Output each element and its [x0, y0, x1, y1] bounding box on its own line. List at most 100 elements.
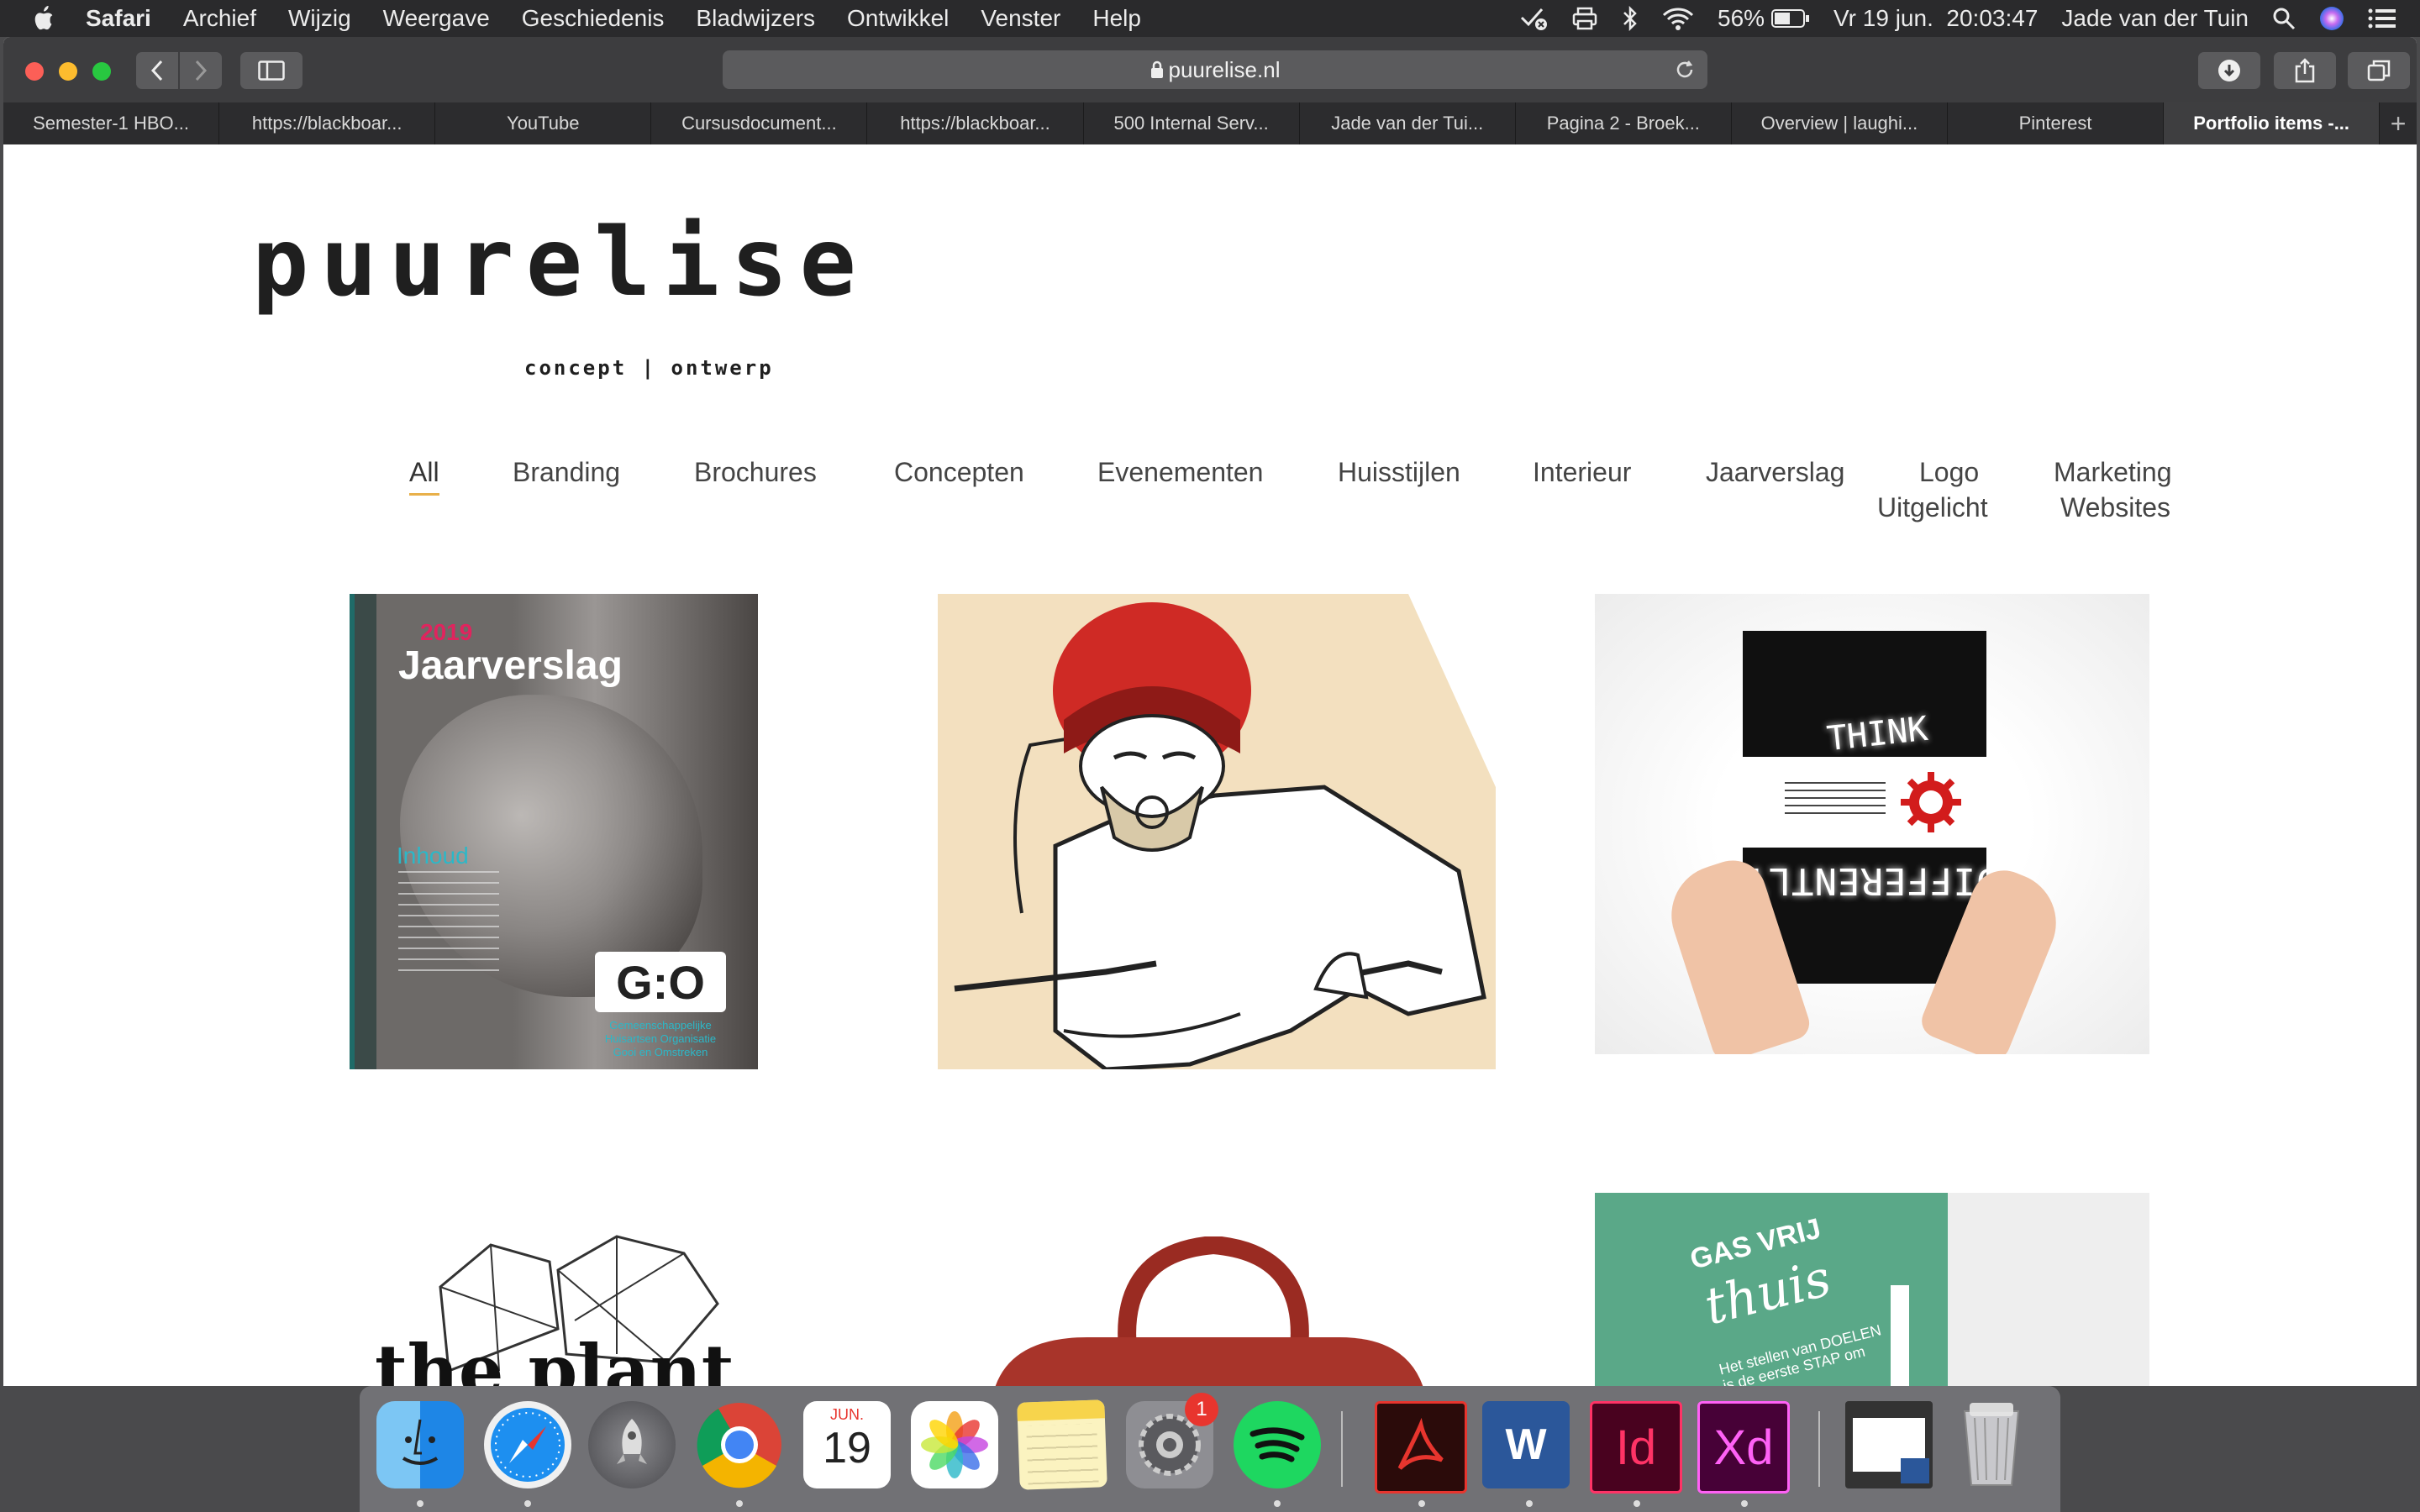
downloads-button[interactable] — [2198, 52, 2260, 89]
filter-evenementen[interactable]: Evenementen — [1097, 457, 1263, 488]
filter-branding[interactable]: Branding — [513, 457, 620, 488]
printer-icon[interactable] — [1571, 7, 1598, 30]
menu-app-name[interactable]: Safari — [86, 5, 151, 32]
address-bar[interactable]: puurelise.nl — [723, 50, 1707, 89]
notes-icon[interactable] — [1017, 1399, 1107, 1490]
browser-tab[interactable]: Jade van der Tui... — [1300, 102, 1516, 144]
minimized-document-icon[interactable] — [1845, 1401, 1933, 1488]
portfolio-item-the-plant[interactable]: the plant — [365, 1228, 768, 1386]
browser-tab[interactable]: Semester-1 HBO... — [3, 102, 220, 144]
safari-icon[interactable] — [484, 1401, 571, 1488]
tab-overview-button[interactable] — [2348, 52, 2410, 89]
browser-tab-active[interactable]: Portfolio items -... — [2164, 102, 2381, 144]
menu-geschiedenis[interactable]: Geschiedenis — [522, 5, 665, 32]
url-text: puurelise.nl — [1168, 56, 1281, 82]
menu-ontwikkel[interactable]: Ontwikkel — [847, 5, 949, 32]
photos-icon[interactable] — [911, 1401, 998, 1488]
portfolio-item-gas-vrij[interactable]: GAS VRIJ thuis Het stellen van DOELEN is… — [1595, 1193, 2149, 1386]
reload-icon[interactable] — [1674, 59, 1696, 81]
word-icon[interactable]: W — [1482, 1401, 1570, 1488]
calendar-icon[interactable]: JUN. 19 — [803, 1401, 891, 1488]
site-logo[interactable]: puurelise — [252, 208, 868, 318]
booklet-band-text — [1785, 782, 1886, 816]
notification-center-icon[interactable] — [2368, 8, 2396, 29]
browser-tab[interactable]: Overview | laughi... — [1732, 102, 1948, 144]
spotify-icon[interactable] — [1234, 1401, 1321, 1488]
cyclist-illustration — [938, 594, 1496, 1069]
share-icon — [2295, 58, 2315, 83]
filter-logo[interactable]: Logo — [1919, 457, 1979, 488]
back-button[interactable] — [136, 52, 178, 89]
zoom-window-button[interactable] — [92, 62, 111, 81]
portfolio-item-think-differently[interactable]: THINK DIFFERENTLY — [1595, 594, 2149, 1054]
safari-window: puurelise.nl Semester-1 HBO... https://b… — [3, 37, 2417, 1386]
running-indicator — [1634, 1500, 1640, 1507]
acrobat-icon[interactable] — [1375, 1401, 1467, 1494]
running-indicator — [524, 1500, 531, 1507]
trash-icon[interactable] — [1948, 1401, 2035, 1488]
portfolio-item-illustration[interactable] — [938, 594, 1496, 1069]
filter-all[interactable]: All — [409, 457, 439, 496]
forward-button[interactable] — [180, 52, 222, 89]
portfolio-item-red-bag[interactable] — [986, 1236, 1432, 1386]
browser-tab[interactable]: Pinterest — [1948, 102, 2165, 144]
bluetooth-icon[interactable] — [1622, 6, 1639, 31]
menu-weergave[interactable]: Weergave — [383, 5, 490, 32]
report-title: Jaarverslag — [398, 643, 623, 688]
calendar-day: 19 — [823, 1424, 871, 1473]
filter-huisstijlen[interactable]: Huisstijlen — [1338, 457, 1460, 488]
close-window-button[interactable] — [25, 62, 44, 81]
sidebar-toggle-button[interactable] — [240, 52, 302, 89]
filter-websites[interactable]: Websites — [2060, 492, 2170, 523]
tabs-icon — [2367, 60, 2391, 81]
org-name: Gemeenschappelijke Huisartsen Organisati… — [604, 1019, 717, 1058]
sync-status-icon[interactable] — [1519, 6, 1548, 31]
clock[interactable]: Vr 19 jun. 20:03:47 — [1833, 5, 2038, 32]
menu-venster[interactable]: Venster — [981, 5, 1060, 32]
chrome-icon[interactable] — [696, 1401, 783, 1488]
spotlight-search-icon[interactable] — [2272, 7, 2296, 30]
browser-tab[interactable]: 500 Internal Serv... — [1084, 102, 1300, 144]
download-icon — [2218, 60, 2240, 81]
gas-vrij-stripe — [1891, 1285, 1909, 1386]
red-bag-image — [995, 1236, 1423, 1386]
user-name[interactable]: Jade van der Tuin — [2061, 5, 2249, 32]
finder-icon[interactable] — [376, 1401, 464, 1488]
browser-tab[interactable]: YouTube — [435, 102, 652, 144]
minimize-window-button[interactable] — [59, 62, 77, 81]
lock-icon — [1150, 60, 1163, 78]
filter-marketing[interactable]: Marketing — [2054, 457, 2172, 488]
running-indicator — [736, 1500, 743, 1507]
dock-separator — [1818, 1411, 1820, 1487]
battery-icon[interactable] — [1771, 8, 1810, 29]
wifi-icon[interactable] — [1662, 7, 1694, 30]
menu-wijzig[interactable]: Wijzig — [288, 5, 351, 32]
new-tab-button[interactable]: + — [2380, 102, 2417, 144]
menu-bladwijzers[interactable]: Bladwijzers — [696, 5, 815, 32]
apple-icon[interactable] — [32, 5, 57, 32]
filter-interieur[interactable]: Interieur — [1533, 457, 1631, 488]
portfolio-item-jaarverslag[interactable]: 2019 Jaarverslag Inhoud G:O Gemeenschapp… — [350, 594, 758, 1069]
indesign-icon[interactable]: Id — [1590, 1401, 1682, 1494]
filter-brochures[interactable]: Brochures — [694, 457, 817, 488]
system-preferences-icon[interactable]: 1 — [1126, 1393, 1218, 1488]
word-letter: W — [1505, 1420, 1547, 1469]
share-button[interactable] — [2274, 52, 2336, 89]
xd-icon[interactable]: Xd — [1697, 1401, 1790, 1494]
filter-jaarverslag[interactable]: Jaarverslag — [1706, 457, 1844, 488]
site-tagline: concept | ontwerp — [524, 356, 774, 380]
browser-tab[interactable]: https://blackboar... — [867, 102, 1084, 144]
menu-help[interactable]: Help — [1092, 5, 1141, 32]
browser-tab[interactable]: Cursusdocument... — [651, 102, 868, 144]
filter-uitgelicht[interactable]: Uitgelicht — [1877, 492, 1988, 523]
siri-icon[interactable] — [2319, 6, 2344, 31]
menu-archief[interactable]: Archief — [183, 5, 256, 32]
menu-bar: Safari Archief Wijzig Weergave Geschiede… — [0, 0, 2420, 37]
indesign-letters: Id — [1615, 1420, 1657, 1475]
browser-tab[interactable]: https://blackboar... — [219, 102, 436, 144]
web-page: puurelise concept | ontwerp All Branding… — [3, 144, 2417, 1386]
filter-concepten[interactable]: Concepten — [894, 457, 1024, 488]
browser-tab[interactable]: Pagina 2 - Broek... — [1516, 102, 1732, 144]
browser-toolbar: puurelise.nl — [3, 37, 2417, 103]
launchpad-icon[interactable] — [588, 1401, 676, 1488]
